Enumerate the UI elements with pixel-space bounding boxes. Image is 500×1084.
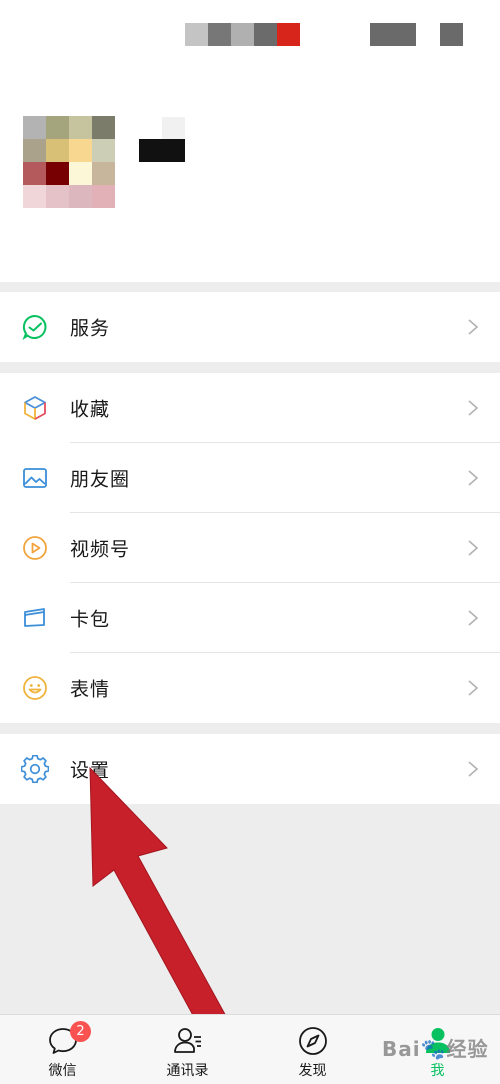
tab-label: 我 xyxy=(430,1063,445,1079)
menu-group-services: 服务 xyxy=(0,292,500,362)
menu-item-label: 设置 xyxy=(70,759,111,782)
status-bar-block xyxy=(185,23,208,46)
tab-label: 微信 xyxy=(48,1063,77,1079)
nickname-mosaic[interactable] xyxy=(139,139,185,162)
tab-discover[interactable]: 发现 xyxy=(250,1015,375,1084)
menu-item-label: 卡包 xyxy=(70,608,111,631)
tab-label: 发现 xyxy=(298,1063,327,1079)
menu-item-label: 视频号 xyxy=(70,538,131,561)
chevron-right-icon xyxy=(468,470,479,486)
moments-image-icon xyxy=(21,464,49,492)
watermark: Bai🐾经验 xyxy=(382,1037,489,1061)
status-bar-block xyxy=(231,23,254,46)
bottom-tab-bar: 2 微信 通讯录 发现 我 Bai🐾经验 xyxy=(0,1014,500,1084)
menu-item-moments[interactable]: 朋友圈 xyxy=(0,443,500,513)
avatar-pixel xyxy=(69,116,92,139)
avatar-pixel xyxy=(92,162,115,185)
chevron-right-icon xyxy=(468,400,479,416)
tab-label: 通讯录 xyxy=(166,1063,209,1079)
avatar-pixel xyxy=(46,116,69,139)
tab-chats[interactable]: 2 微信 xyxy=(0,1015,125,1084)
avatar-pixel xyxy=(23,185,46,208)
menu-item-favorites[interactable]: 收藏 xyxy=(0,373,500,443)
avatar-pixel xyxy=(23,162,46,185)
status-bar-block xyxy=(254,23,277,46)
status-bar-block xyxy=(277,23,300,46)
status-bar-block xyxy=(440,23,463,46)
menu-item-channels[interactable]: 视频号 xyxy=(0,513,500,583)
avatar-pixel xyxy=(92,185,115,208)
status-bar-block xyxy=(208,23,231,46)
menu-item-label: 朋友圈 xyxy=(70,468,131,491)
service-icon xyxy=(21,313,49,341)
avatar-pixel xyxy=(46,139,69,162)
avatar[interactable] xyxy=(23,116,115,208)
menu-item-settings[interactable]: 设置 xyxy=(0,734,500,804)
chevron-right-icon xyxy=(468,319,479,335)
menu-group-settings: 设置 xyxy=(0,734,500,804)
menu-item-services[interactable]: 服务 xyxy=(0,292,500,362)
contacts-icon xyxy=(173,1028,201,1053)
favorites-cube-icon xyxy=(21,394,49,422)
channels-play-icon xyxy=(21,534,49,562)
discover-compass-icon xyxy=(298,1027,327,1055)
menu-item-label: 收藏 xyxy=(70,398,111,421)
nickname-mosaic[interactable] xyxy=(162,117,185,139)
card-wallet-icon xyxy=(21,604,49,632)
avatar-pixel xyxy=(46,162,69,185)
menu-item-label: 表情 xyxy=(70,678,111,701)
avatar-pixel xyxy=(23,116,46,139)
menu-item-stickers[interactable]: 表情 xyxy=(0,653,500,723)
profile-header xyxy=(0,0,500,282)
settings-gear-icon xyxy=(21,755,49,783)
chevron-right-icon xyxy=(468,761,479,777)
avatar-pixel xyxy=(69,185,92,208)
avatar-pixel xyxy=(92,116,115,139)
chevron-right-icon xyxy=(468,680,479,696)
tab-contacts[interactable]: 通讯录 xyxy=(125,1015,250,1084)
avatar-pixel xyxy=(69,162,92,185)
sticker-smiley-icon xyxy=(21,674,49,702)
unread-badge: 2 xyxy=(70,1021,91,1042)
status-bar-block xyxy=(370,23,416,46)
avatar-pixel xyxy=(69,139,92,162)
menu-item-card-wallet[interactable]: 卡包 xyxy=(0,583,500,653)
avatar-pixel xyxy=(92,139,115,162)
chevron-right-icon xyxy=(468,540,479,556)
avatar-pixel xyxy=(46,185,69,208)
menu-item-label: 服务 xyxy=(70,317,111,340)
avatar-pixel xyxy=(23,139,46,162)
chevron-right-icon xyxy=(468,610,479,626)
menu-group-main: 收藏 朋友圈 视频号 卡包 表情 xyxy=(0,373,500,723)
